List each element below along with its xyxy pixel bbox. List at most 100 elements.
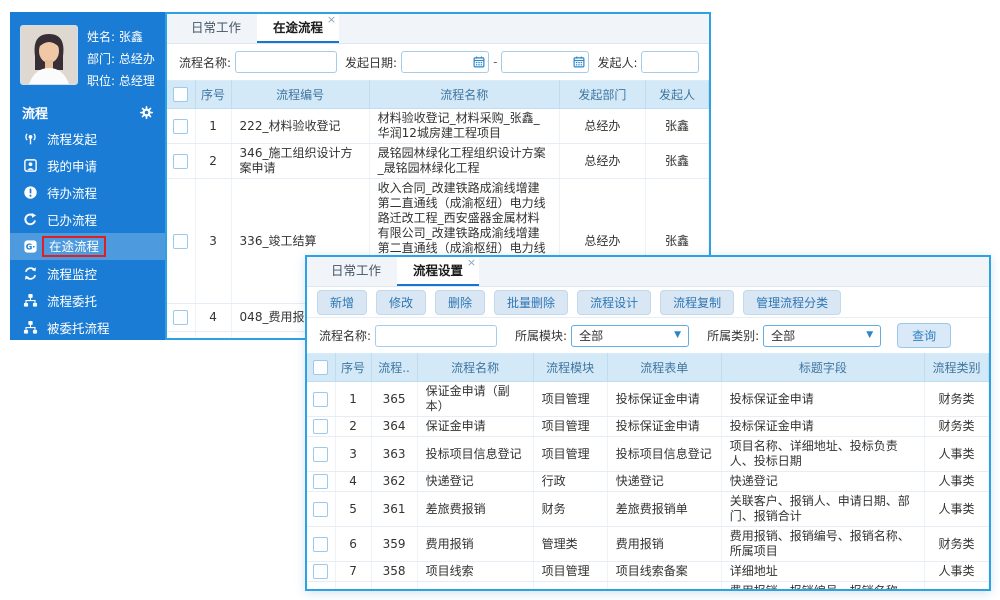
- toolbar-button-管理流程分类[interactable]: 管理流程分类: [743, 290, 841, 315]
- cell-标题字段: 关联客户、报销人、申请日期、部门、报销合计: [721, 492, 924, 527]
- sidebar-item-我的申请[interactable]: 我的申请: [10, 152, 165, 179]
- cell-序号: 1: [335, 382, 371, 417]
- row-checkbox[interactable]: [313, 502, 328, 517]
- calendar-icon[interactable]: [473, 56, 485, 68]
- row-checkbox[interactable]: [313, 419, 328, 434]
- close-tab-icon[interactable]: ×: [467, 257, 476, 269]
- toolbar-button-批量删除[interactable]: 批量删除: [494, 290, 568, 315]
- refresh-icon: [23, 266, 38, 281]
- row-checkbox[interactable]: [313, 474, 328, 489]
- cell-流程..: 364: [371, 417, 417, 437]
- cell-流程..: 361: [371, 492, 417, 527]
- sidebar-item-待办流程[interactable]: 待办流程: [10, 179, 165, 206]
- row-checkbox[interactable]: [173, 310, 188, 325]
- select-all-checkbox[interactable]: [173, 87, 188, 102]
- cell-流程模块: 行政: [533, 472, 607, 492]
- checkbox-cell: [167, 304, 195, 332]
- row-checkbox[interactable]: [173, 154, 188, 169]
- checkbox-cell: [307, 527, 335, 562]
- window1-tabbar: 日常工作 在途流程×: [167, 14, 709, 44]
- module-select[interactable]: 全部 ▼: [571, 325, 689, 347]
- name-value: 张鑫: [119, 30, 143, 44]
- process-name-label: 流程名称:: [179, 54, 231, 71]
- cell-no: 3: [195, 179, 231, 304]
- process-name-label: 流程名称:: [319, 327, 371, 344]
- tab-日常工作[interactable]: 日常工作: [175, 14, 257, 43]
- cell-流程模块: 项目管理: [533, 562, 607, 582]
- column-header-序号: 序号: [335, 354, 371, 382]
- sitemap-icon: [23, 293, 38, 308]
- process-name-input[interactable]: [375, 325, 497, 347]
- cell-流程..: 359: [371, 527, 417, 562]
- row-checkbox[interactable]: [313, 564, 328, 579]
- column-header-流程类别: 流程类别: [924, 354, 988, 382]
- cell-流程类别: 财务类: [924, 582, 988, 592]
- tab-日常工作[interactable]: 日常工作: [315, 257, 397, 286]
- select-all-checkbox[interactable]: [313, 360, 328, 375]
- table-row: 4362快递登记行政快递登记快递登记人事类: [307, 472, 989, 492]
- sidebar-item-label: 流程发起: [47, 129, 97, 148]
- cell-流程类别: 财务类: [924, 527, 988, 562]
- toolbar-button-新增[interactable]: 新增: [317, 290, 367, 315]
- column-header-流程名称: 流程名称: [369, 81, 559, 109]
- table-row: 5361差旅费报销财务差旅费报销单关联客户、报销人、申请日期、部门、报销合计人事…: [307, 492, 989, 527]
- idcard-icon: [23, 158, 38, 173]
- tab-在途流程[interactable]: 在途流程×: [257, 14, 339, 43]
- checkbox-cell: [307, 437, 335, 472]
- gear-icon[interactable]: [140, 106, 153, 119]
- cell-标题字段: 快递登记: [721, 472, 924, 492]
- cell-person: 张鑫: [645, 144, 708, 179]
- cell-流程类别: 财务类: [924, 417, 988, 437]
- sidebar-item-流程发起[interactable]: 流程发起: [10, 125, 165, 152]
- chevron-down-icon: ▼: [674, 331, 681, 340]
- sidebar-item-被委托流程[interactable]: 被委托流程: [10, 314, 165, 341]
- toolbar-button-删除[interactable]: 删除: [435, 290, 485, 315]
- cell-流程模块: 财务: [533, 582, 607, 592]
- column-header-流程名称: 流程名称: [417, 354, 533, 382]
- toolbar-button-流程设计[interactable]: 流程设计: [577, 290, 651, 315]
- column-header-发起部门: 发起部门: [559, 81, 645, 109]
- avatar: [20, 25, 78, 85]
- radar-icon: [23, 131, 38, 146]
- module-select-value: 全部: [579, 327, 603, 344]
- row-checkbox[interactable]: [313, 447, 328, 462]
- cell-流程类别: 财务类: [924, 382, 988, 417]
- row-checkbox[interactable]: [313, 537, 328, 552]
- process-name-input[interactable]: [235, 51, 337, 73]
- row-checkbox[interactable]: [173, 119, 188, 134]
- cell-process-code: 346_施工组织设计方案申请: [231, 144, 369, 179]
- window2-toolbar: 新增修改删除批量删除流程设计流程复制管理流程分类: [307, 287, 989, 318]
- close-tab-icon[interactable]: ×: [327, 14, 336, 26]
- initiator-input[interactable]: [641, 51, 699, 73]
- category-select[interactable]: 全部 ▼: [763, 325, 881, 347]
- cell-标题字段: 费用报销、报销编号、报销名称、所属项目: [721, 527, 924, 562]
- sidebar-item-已办流程[interactable]: 已办流程: [10, 206, 165, 233]
- sidebar-item-label: 流程监控: [47, 264, 97, 283]
- table-row: 1222_材料验收登记材料验收登记_材料采购_张鑫_华润12城房建工程项目总经办…: [167, 109, 709, 144]
- sidebar-item-流程委托[interactable]: 流程委托: [10, 287, 165, 314]
- row-checkbox[interactable]: [173, 234, 188, 249]
- sidebar-item-在途流程[interactable]: G·在途流程: [10, 233, 165, 260]
- column-header-序号: 序号: [195, 81, 231, 109]
- toolbar-button-修改[interactable]: 修改: [376, 290, 426, 315]
- category-label: 所属类别:: [707, 327, 759, 344]
- row-checkbox[interactable]: [173, 338, 188, 340]
- toolbar-button-流程复制[interactable]: 流程复制: [660, 290, 734, 315]
- user-info: 姓名: 张鑫 部门: 总经办 职位: 总经理: [87, 25, 155, 92]
- cell-流程名称: 保证金申请（副本）: [417, 382, 533, 417]
- sidebar-item-label: 被委托流程: [47, 318, 110, 337]
- sitemap-icon: [23, 320, 38, 335]
- transit-icon: G·: [23, 239, 38, 254]
- tab-流程设置[interactable]: 流程设置×: [397, 257, 479, 286]
- cell-流程表单: 快递登记: [607, 472, 721, 492]
- cell-流程名称: 投标项目信息登记: [417, 437, 533, 472]
- tab-label: 日常工作: [191, 20, 241, 35]
- calendar-icon[interactable]: [573, 56, 585, 68]
- cell-流程类别: 人事类: [924, 437, 988, 472]
- title-label: 职位:: [87, 74, 115, 88]
- cell-标题字段: 费用报销、报销编号、报销名称、本次报销金额: [721, 582, 924, 592]
- row-checkbox[interactable]: [313, 392, 328, 407]
- search-button[interactable]: 查询: [897, 323, 951, 348]
- cell-no: 2: [195, 144, 231, 179]
- sidebar-item-流程监控[interactable]: 流程监控: [10, 260, 165, 287]
